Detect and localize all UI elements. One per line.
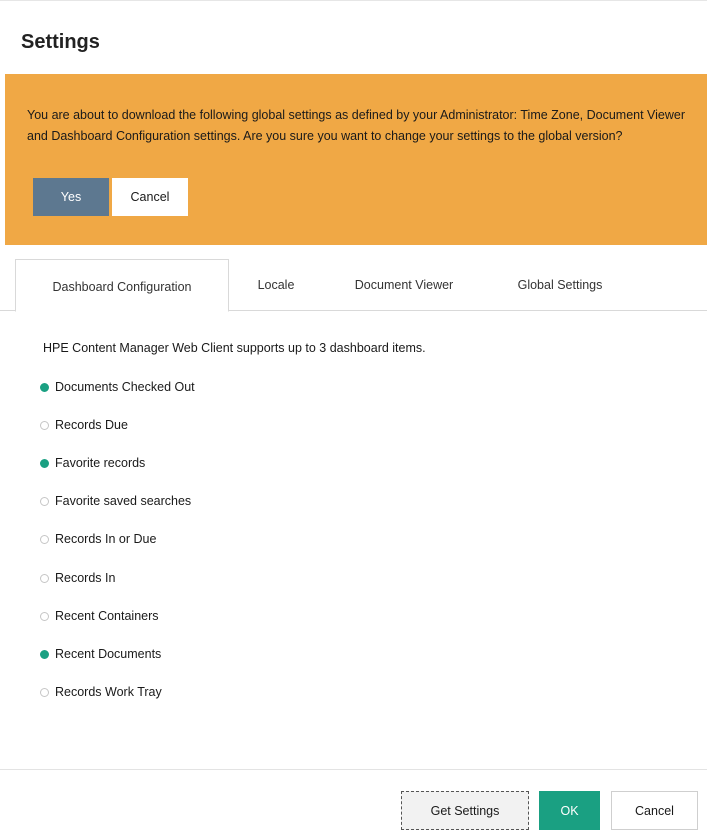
option-label: Documents Checked Out: [55, 380, 195, 394]
dialog-title: Settings: [21, 31, 100, 53]
radio-selected-icon[interactable]: [40, 649, 49, 659]
dashboard-option-recent-containers[interactable]: Recent Containers: [40, 606, 159, 626]
tab-locale[interactable]: Locale: [236, 259, 316, 311]
option-label: Records Work Tray: [55, 685, 162, 699]
dashboard-option-favorite-saved-searches[interactable]: Favorite saved searches: [40, 491, 191, 511]
option-label: Records Due: [55, 418, 128, 432]
dialog-footer: Get Settings OK Cancel: [0, 769, 707, 838]
radio-unselected-icon[interactable]: [40, 687, 49, 697]
dashboard-option-recent-documents[interactable]: Recent Documents: [40, 644, 161, 664]
get-settings-button[interactable]: Get Settings: [401, 791, 529, 830]
dashboard-intro-text: HPE Content Manager Web Client supports …: [43, 341, 426, 355]
global-settings-warning-banner: You are about to download the following …: [5, 74, 707, 245]
tab-dashboard-configuration[interactable]: Dashboard Configuration: [15, 259, 229, 312]
ok-button[interactable]: OK: [539, 791, 600, 830]
dashboard-option-documents-checked-out[interactable]: Documents Checked Out: [40, 377, 195, 397]
dashboard-option-records-in[interactable]: Records In: [40, 568, 115, 588]
dashboard-option-favorite-records[interactable]: Favorite records: [40, 453, 145, 473]
option-label: Favorite records: [55, 456, 146, 470]
option-label: Records In: [55, 571, 116, 585]
option-label: Recent Documents: [55, 647, 162, 661]
radio-unselected-icon[interactable]: [40, 496, 49, 506]
radio-selected-icon[interactable]: [40, 382, 49, 392]
option-label: Recent Containers: [55, 609, 159, 623]
dashboard-option-records-due[interactable]: Records Due: [40, 415, 128, 435]
tab-global-settings[interactable]: Global Settings: [492, 259, 628, 311]
radio-unselected-icon[interactable]: [40, 534, 49, 544]
option-label: Records In or Due: [55, 532, 157, 546]
yes-button[interactable]: Yes: [33, 178, 109, 216]
radio-unselected-icon[interactable]: [40, 573, 49, 583]
option-label: Favorite saved searches: [55, 494, 192, 508]
cancel-button[interactable]: Cancel: [611, 791, 698, 830]
radio-unselected-icon[interactable]: [40, 420, 49, 430]
settings-dialog: Settings You are about to download the f…: [0, 0, 707, 838]
banner-cancel-button[interactable]: Cancel: [112, 178, 188, 216]
radio-unselected-icon[interactable]: [40, 611, 49, 621]
tab-document-viewer[interactable]: Document Viewer: [330, 259, 478, 311]
dashboard-option-records-work-tray[interactable]: Records Work Tray: [40, 682, 162, 702]
dashboard-option-records-in-or-due[interactable]: Records In or Due: [40, 529, 156, 549]
settings-tabs: Dashboard Configuration Locale Document …: [0, 259, 707, 312]
radio-selected-icon[interactable]: [40, 458, 49, 468]
banner-message: You are about to download the following …: [27, 108, 686, 143]
